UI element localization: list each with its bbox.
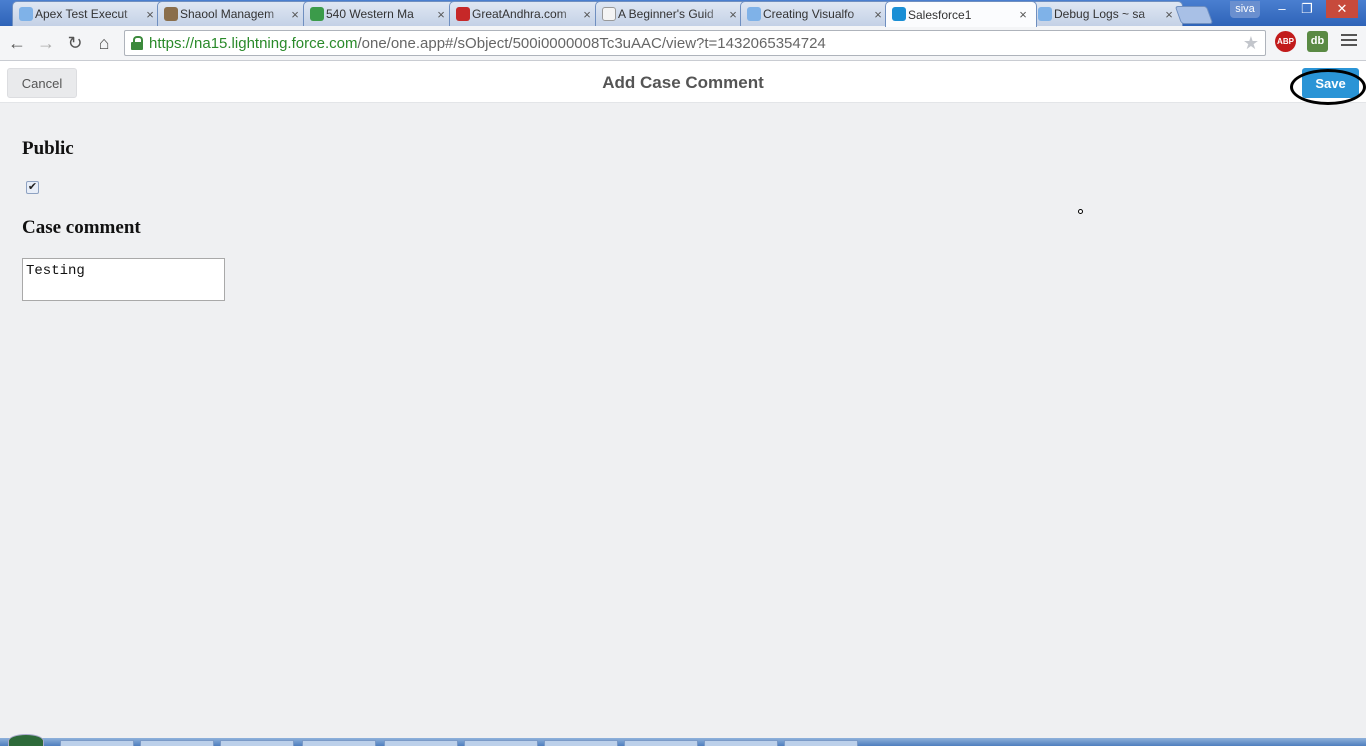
reload-icon[interactable]: ↻ (63, 31, 87, 55)
browser-tab[interactable]: Shaool Managem × (157, 1, 309, 26)
restore-icon[interactable]: ❐ (1294, 0, 1320, 18)
taskbar-item[interactable] (140, 740, 214, 746)
tab-title: Salesforce1 (908, 7, 972, 22)
public-checkbox[interactable]: ✔ (26, 181, 39, 194)
taskbar-item[interactable] (624, 740, 698, 746)
tab-close-icon[interactable]: × (726, 7, 740, 22)
tab-close-icon[interactable]: × (143, 7, 157, 22)
browser-tab[interactable]: Debug Logs ~ sa × (1031, 1, 1183, 26)
tab-close-icon[interactable]: × (1162, 7, 1176, 22)
cloud-favicon-icon (747, 7, 761, 21)
tab-title: Shaool Managem (180, 7, 275, 21)
start-button-icon[interactable] (8, 734, 44, 746)
user-profile-badge[interactable]: siva (1230, 1, 1260, 18)
browser-tab[interactable]: 540 Western Ma × (303, 1, 455, 26)
db-extension-icon[interactable]: db (1307, 31, 1328, 52)
mouse-cursor-icon (1078, 209, 1083, 214)
tab-title: Debug Logs ~ sa (1054, 7, 1146, 21)
case-comment-label: Case comment (22, 217, 141, 238)
tab-title: A Beginner's Guid (618, 7, 714, 21)
browser-toolbar: ← → ↻ ⌂ https://na15.lightning.force.com… (0, 26, 1366, 61)
taskbar-item[interactable] (704, 740, 778, 746)
public-label: Public (22, 138, 74, 159)
taskbar-item[interactable] (784, 740, 858, 746)
chrome-menu-icon[interactable] (1341, 34, 1357, 48)
page-title: Add Case Comment (602, 73, 764, 92)
case-comment-textarea[interactable]: Testing (22, 258, 225, 301)
url-path: /one/one.app#/sObject/500i0000008Tc3uAAC… (357, 34, 826, 52)
browser-tab-active[interactable]: Salesforce1 × (885, 1, 1037, 27)
minimize-icon[interactable]: – (1269, 0, 1295, 18)
tab-title: 540 Western Ma (326, 7, 414, 21)
tab-close-icon[interactable]: × (288, 7, 302, 22)
back-arrow-icon[interactable]: ← (5, 31, 29, 55)
action-header: Cancel Add Case Comment Save (0, 61, 1366, 103)
forward-arrow-icon[interactable]: → (34, 31, 58, 55)
cloud-favicon-icon (19, 7, 33, 21)
new-tab-button[interactable] (1174, 6, 1214, 24)
adblock-extension-icon[interactable]: ABP (1275, 31, 1296, 52)
home-icon[interactable]: ⌂ (92, 31, 116, 55)
tab-close-icon[interactable]: × (580, 7, 594, 22)
browser-tab[interactable]: A Beginner's Guid × (595, 1, 747, 26)
tab-close-icon[interactable]: × (434, 7, 448, 22)
browser-tab[interactable]: Creating Visualfo × (740, 1, 892, 26)
taskbar-item[interactable] (60, 740, 134, 746)
browser-tab[interactable]: GreatAndhra.com × (449, 1, 601, 26)
taskbar-item[interactable] (220, 740, 294, 746)
address-bar[interactable]: https://na15.lightning.force.com/one/one… (124, 30, 1266, 56)
close-window-icon[interactable]: ✕ (1326, 0, 1358, 18)
tab-title: GreatAndhra.com (472, 7, 567, 21)
taskbar-item[interactable] (302, 740, 376, 746)
save-button[interactable]: Save (1302, 68, 1359, 98)
gear-favicon-icon (164, 7, 178, 21)
taskbar-item[interactable] (464, 740, 538, 746)
bookmark-star-icon[interactable]: ★ (1243, 33, 1259, 54)
tab-title: Creating Visualfo (763, 7, 855, 21)
url-host: https://na15.lightning.force.com (149, 34, 358, 52)
tab-close-icon[interactable]: × (871, 7, 885, 22)
tab-title: Apex Test Execut (35, 7, 128, 21)
pen-favicon-icon (456, 7, 470, 21)
document-favicon-icon (602, 7, 616, 21)
browser-tab[interactable]: Apex Test Execut × (12, 1, 164, 26)
taskbar-item[interactable] (384, 740, 458, 746)
browser-tab-strip: Apex Test Execut × Shaool Managem × 540 … (0, 0, 1366, 27)
taskbar-item[interactable] (544, 740, 618, 746)
lock-icon (131, 36, 143, 50)
maps-favicon-icon (310, 7, 324, 21)
salesforce-favicon-icon (892, 7, 906, 21)
cloud-favicon-icon (1038, 7, 1052, 21)
tab-close-icon[interactable]: × (1016, 7, 1030, 22)
